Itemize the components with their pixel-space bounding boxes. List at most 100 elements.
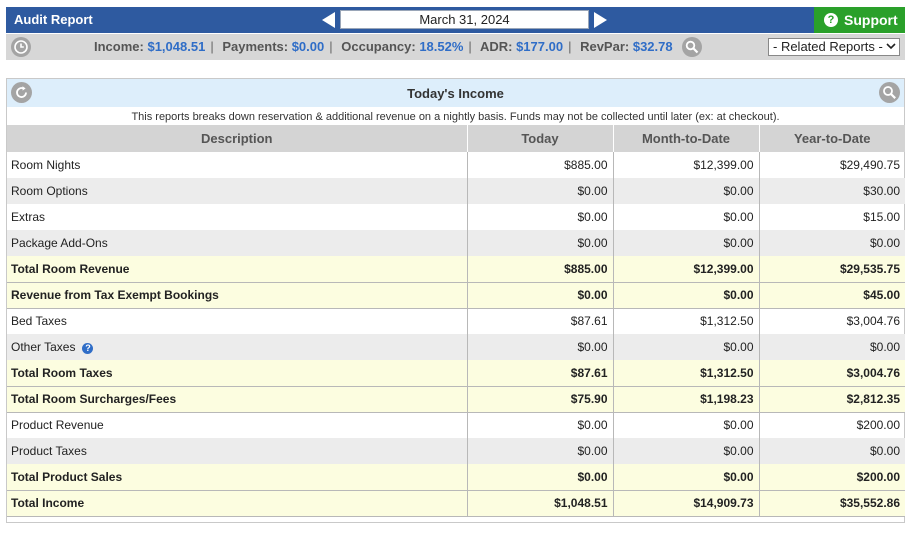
row-ytd-value: $29,535.75 (758, 256, 905, 283)
clock-icon[interactable] (11, 37, 31, 57)
payments-value: $0.00 (291, 39, 325, 54)
income-table: Description Today Month-to-Date Year-to-… (7, 125, 905, 517)
row-mtd-value: $0.00 (612, 204, 759, 230)
revpar-value: $32.78 (632, 39, 673, 54)
row-label-cell: Total Product Sales (7, 464, 467, 491)
report-title: Audit Report (14, 12, 93, 27)
row-today-value: $0.00 (466, 230, 613, 256)
arrow-right-icon[interactable] (594, 12, 607, 28)
row-mtd-value: $0.00 (612, 334, 759, 360)
row-ytd-value: $3,004.76 (758, 308, 905, 334)
column-header-month-to-date: Month-to-Date (612, 125, 759, 152)
panel-title: Today's Income (407, 86, 504, 101)
info-icon[interactable]: ? (82, 343, 94, 354)
row-ytd-value: $15.00 (758, 204, 905, 230)
row-today-value: $0.00 (466, 178, 613, 204)
row-ytd-value: $0.00 (758, 230, 905, 256)
row-mtd-value: $1,198.23 (612, 386, 759, 413)
income-label: Income: (94, 39, 144, 54)
support-label: Support (844, 12, 898, 28)
row-mtd-value: $12,399.00 (612, 256, 759, 283)
adr-value: $177.00 (516, 39, 564, 54)
row-mtd-value: $0.00 (612, 230, 759, 256)
row-ytd-value: $0.00 (758, 334, 905, 360)
row-label-cell: Bed Taxes (7, 308, 467, 334)
top-bar: Audit Report March 31, 2024 ? Support (6, 7, 905, 33)
stats-bar: Income: $1,048.51 | Payments: $0.00 | Occu… (6, 34, 905, 60)
row-label-cell: Total Income (7, 490, 467, 517)
row-label-cell: Room Nights (7, 152, 467, 178)
row-mtd-value: $0.00 (612, 438, 759, 464)
row-label-cell: Total Room Surcharges/Fees (7, 386, 467, 413)
row-ytd-value: $0.00 (758, 438, 905, 464)
table-row: Product Revenue $0.00 $0.00 $200.00 (7, 412, 905, 438)
row-mtd-value: $12,399.00 (612, 152, 759, 178)
row-label: Total Product Sales (11, 469, 123, 484)
row-today-value: $885.00 (466, 256, 613, 283)
row-label: Product Revenue (11, 418, 104, 433)
row-today-value: $885.00 (466, 152, 613, 178)
row-label-cell: Other Taxes? (7, 334, 467, 360)
row-mtd-value: $1,312.50 (612, 360, 759, 387)
table-row: Package Add-Ons $0.00 $0.00 $0.00 (7, 230, 905, 256)
column-header-today: Today (466, 125, 613, 152)
row-mtd-value: $1,312.50 (612, 308, 759, 334)
arrow-left-icon[interactable] (322, 12, 335, 28)
row-today-value: $0.00 (466, 412, 613, 438)
table-row: Other Taxes? $0.00 $0.00 $0.00 (7, 334, 905, 360)
row-mtd-value: $0.00 (612, 464, 759, 491)
income-value: $1,048.51 (147, 39, 206, 54)
row-label-cell: Room Options (7, 178, 467, 204)
column-header-description: Description (7, 125, 467, 152)
row-label: Package Add-Ons (11, 236, 108, 250)
payments-label: Payments: (222, 39, 289, 54)
row-label-cell: Revenue from Tax Exempt Bookings (7, 282, 467, 309)
row-label: Bed Taxes (11, 314, 67, 329)
row-ytd-value: $45.00 (758, 282, 905, 309)
table-row: Extras $0.00 $0.00 $15.00 (7, 204, 905, 230)
question-circle-icon: ? (824, 13, 838, 27)
row-label: Extras (11, 210, 46, 224)
row-label-cell: Extras (7, 204, 467, 230)
table-row: Revenue from Tax Exempt Bookings $0.00 $0.… (7, 282, 905, 309)
table-row: Product Taxes $0.00 $0.00 $0.00 (7, 438, 905, 464)
row-ytd-value: $200.00 (758, 412, 905, 438)
row-label-cell: Product Taxes (7, 438, 467, 464)
row-ytd-value: $200.00 (758, 464, 905, 491)
row-label: Room Nights (11, 158, 81, 172)
row-mtd-value: $0.00 (612, 412, 759, 438)
adr-label: ADR: (479, 39, 513, 54)
row-label: Other Taxes (11, 340, 76, 354)
row-today-value: $75.90 (466, 386, 613, 413)
row-today-value: $0.00 (466, 204, 613, 230)
row-mtd-value: $14,909.73 (612, 490, 759, 517)
panel-search-icon[interactable] (879, 82, 900, 103)
row-mtd-value: $0.00 (612, 282, 759, 309)
row-ytd-value: $2,812.35 (758, 386, 905, 413)
date-selector[interactable]: March 31, 2024 (340, 10, 589, 29)
table-row: Bed Taxes $87.61 $1,312.50 $3,004.76 (7, 308, 905, 334)
support-button[interactable]: ? Support (814, 7, 905, 33)
panel-description: This reports breaks down reservation & a… (131, 111, 780, 123)
chevron-down-icon (886, 39, 896, 57)
row-today-value: $0.00 (466, 334, 613, 360)
row-label: Revenue from Tax Exempt Bookings (11, 288, 219, 302)
table-row: Room Options $0.00 $0.00 $30.00 (7, 178, 905, 204)
table-header-row: Description Today Month-to-Date Year-to-… (7, 125, 905, 152)
related-reports-select[interactable]: - Related Reports - (768, 38, 900, 56)
row-today-value: $0.00 (466, 464, 613, 491)
row-ytd-value: $35,552.86 (758, 490, 905, 517)
row-label: Total Room Taxes (11, 365, 113, 380)
row-ytd-value: $3,004.76 (758, 360, 905, 387)
row-label-cell: Product Revenue (7, 412, 467, 438)
income-panel: Today's Income This reports breaks down … (6, 78, 905, 523)
table-row: Total Room Revenue $885.00 $12,399.00 $29,5… (7, 256, 905, 283)
row-label: Total Room Revenue (11, 261, 130, 276)
row-today-value: $0.00 (466, 438, 613, 464)
row-label-cell: Total Room Taxes (7, 360, 467, 387)
row-label-cell: Total Room Revenue (7, 256, 467, 283)
occupancy-value: 18.52% (419, 39, 464, 54)
row-today-value: $87.61 (466, 360, 613, 387)
row-today-value: $1,048.51 (466, 490, 613, 517)
search-icon[interactable] (682, 37, 702, 57)
